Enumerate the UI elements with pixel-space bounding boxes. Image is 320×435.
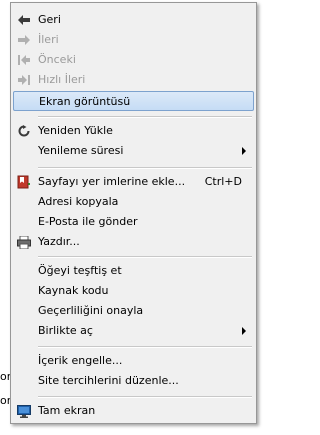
- menu-item-add-bookmark[interactable]: Sayfayı yer imlerine ekle... Ctrl+D: [13, 172, 254, 192]
- menu-separator: [38, 167, 252, 169]
- menu-item-send-email[interactable]: E-Posta ile gönder: [13, 212, 254, 232]
- menu-item-label: Adresi kopyala: [38, 195, 119, 208]
- fast-forward-icon: [16, 72, 32, 88]
- menu-item-site-preferences[interactable]: Site tercihlerini düzenle...: [13, 371, 254, 391]
- menu-item-label: Birlikte aç: [38, 324, 93, 337]
- bookmark-icon: [16, 174, 32, 190]
- menu-item-forward[interactable]: İleri: [13, 30, 254, 50]
- menu-item-label: Hızlı İleri: [38, 73, 86, 86]
- menu-item-label: İleri: [38, 33, 59, 46]
- menu-item-block-content[interactable]: İçerik engelle...: [13, 351, 254, 371]
- menu-item-label: Site tercihlerini düzenle...: [38, 374, 179, 387]
- menu-separator: [38, 396, 252, 398]
- menu-item-label: İçerik engelle...: [38, 354, 123, 367]
- menu-item-print[interactable]: Yazdır...: [13, 232, 254, 252]
- menu-item-reload[interactable]: Yeniden Yükle: [13, 121, 254, 141]
- menu-item-shortcut: Ctrl+D: [204, 175, 242, 188]
- context-menu: Geri İleri Önceki Hızlı İleri Ekran görü…: [10, 2, 257, 424]
- menu-item-previous[interactable]: Önceki: [13, 50, 254, 70]
- menu-item-label: Geçerliliğini onayla: [38, 304, 144, 317]
- menu-item-validate[interactable]: Geçerliliğini onayla: [13, 301, 254, 321]
- menu-item-fullscreen[interactable]: Tam ekran: [13, 401, 254, 421]
- submenu-arrow-icon: [242, 147, 246, 155]
- menu-item-label: Kaynak kodu: [38, 284, 109, 297]
- menu-item-copy-address[interactable]: Adresi kopyala: [13, 192, 254, 212]
- menu-item-source-code[interactable]: Kaynak kodu: [13, 281, 254, 301]
- menu-item-fast-forward[interactable]: Hızlı İleri: [13, 70, 254, 90]
- submenu-arrow-icon: [242, 327, 246, 335]
- menu-item-label: Yazdır...: [38, 235, 80, 248]
- menu-item-label: E-Posta ile gönder: [38, 215, 138, 228]
- menu-item-label: Yenileme süresi: [38, 144, 124, 157]
- menu-item-screenshot[interactable]: Ekran görüntüsü: [13, 91, 254, 111]
- menu-item-label: Yeniden Yükle: [38, 124, 113, 137]
- menu-separator: [38, 116, 252, 118]
- menu-item-label: Öğeyi teşftiş et: [38, 264, 122, 277]
- menu-item-refresh-interval[interactable]: Yenileme süresi: [13, 141, 254, 161]
- menu-item-open-with[interactable]: Birlikte aç: [13, 321, 254, 341]
- menu-separator: [38, 256, 252, 258]
- menu-item-label: Sayfayı yer imlerine ekle...: [38, 175, 186, 188]
- menu-item-label: Geri: [38, 13, 61, 26]
- menu-item-label: Önceki: [38, 53, 76, 66]
- reload-icon: [16, 123, 32, 139]
- printer-icon: [16, 234, 32, 250]
- menu-item-label: Tam ekran: [38, 404, 96, 417]
- menu-item-label: Ekran görüntüsü: [39, 95, 131, 108]
- previous-icon: [16, 52, 32, 68]
- menu-separator: [38, 346, 252, 348]
- menu-item-inspect-element[interactable]: Öğeyi teşftiş et: [13, 261, 254, 281]
- fullscreen-monitor-icon: [16, 403, 32, 419]
- menu-item-back[interactable]: Geri: [13, 10, 254, 30]
- forward-arrow-icon: [16, 32, 32, 48]
- back-arrow-icon: [16, 12, 32, 28]
